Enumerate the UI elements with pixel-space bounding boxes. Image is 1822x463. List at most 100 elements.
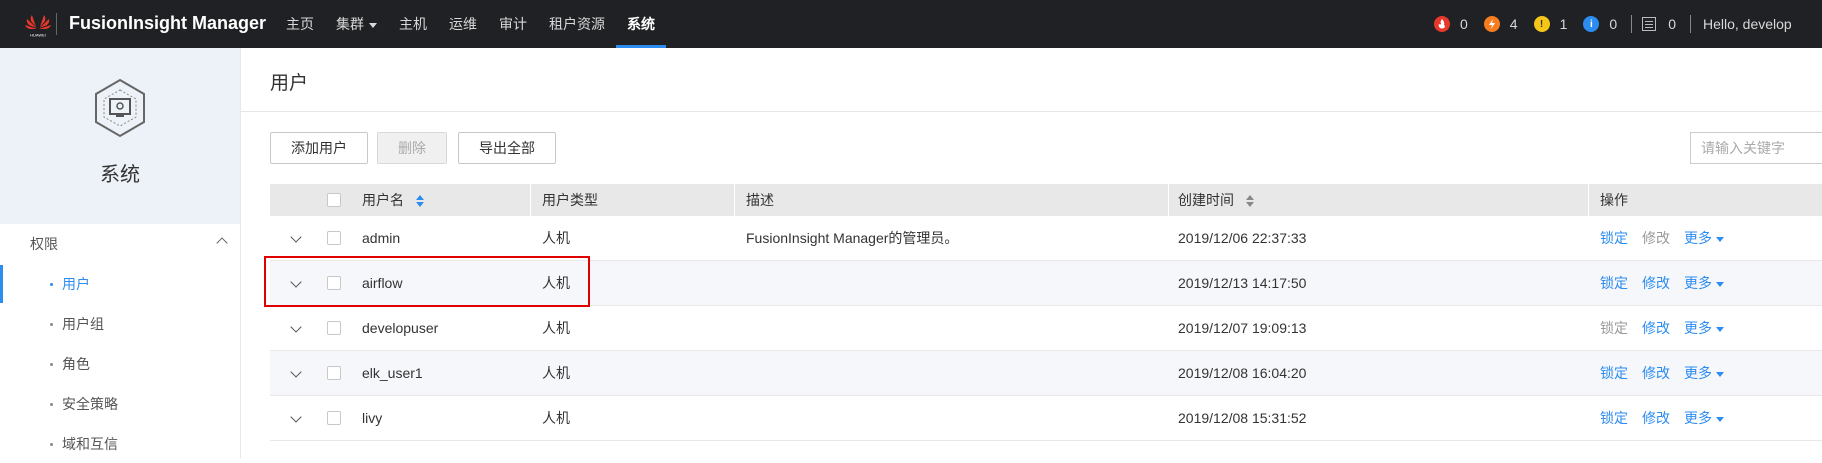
alarm-summary: 0 4 ! 1 i 0 0 Hello, develop [1434, 0, 1792, 48]
column-divider [1588, 184, 1589, 216]
lock-link[interactable]: 锁定 [1600, 365, 1628, 381]
alarm-minor[interactable]: ! 1 [1533, 16, 1567, 32]
alarm-count: 4 [1509, 16, 1518, 32]
lock-link[interactable]: 锁定 [1600, 410, 1628, 426]
username-cell: elk_user1 [362, 365, 423, 381]
chevron-down-icon[interactable] [290, 321, 302, 333]
row-checkbox[interactable] [327, 321, 341, 335]
column-header-created[interactable]: 创建时间 [1178, 184, 1254, 216]
nav-label: 主页 [286, 16, 314, 32]
alarm-major[interactable]: 4 [1483, 16, 1518, 32]
column-label: 创建时间 [1178, 192, 1234, 208]
chevron-up-icon [216, 237, 228, 249]
chevron-down-icon[interactable] [290, 276, 302, 288]
row-actions: 锁定 修改 更多 [1600, 261, 1738, 305]
table-row[interactable]: elk_user1 人机 2019/12/08 16:04:20 锁定 修改 更多 [270, 351, 1822, 396]
created-time-cell: 2019/12/07 19:09:13 [1178, 320, 1307, 336]
created-time-cell: 2019/12/08 16:04:20 [1178, 365, 1307, 381]
user-type-cell: 人机 [542, 275, 570, 291]
user-type-cell: 人机 [542, 320, 570, 336]
nav-label: 主机 [399, 16, 427, 32]
column-header-username[interactable]: 用户名 [362, 184, 424, 216]
row-actions: 锁定 修改 更多 [1600, 396, 1738, 440]
nav-item-ops[interactable]: 运维 [438, 0, 488, 48]
task-summary[interactable]: 0 [1642, 16, 1676, 32]
modify-link[interactable]: 修改 [1642, 410, 1670, 426]
search-input[interactable] [1690, 132, 1822, 164]
table-row[interactable]: admin 人机 FusionInsight Manager的管理员。 2019… [270, 216, 1822, 261]
table-row[interactable]: airflow 人机 2019/12/13 14:17:50 锁定 修改 更多 [270, 261, 1822, 306]
nav-item-audit[interactable]: 审计 [488, 0, 538, 48]
sidebar-header: 系统 [0, 48, 240, 224]
user-type-cell: 人机 [542, 410, 570, 426]
column-header-description: 描述 [746, 192, 774, 208]
modify-link[interactable]: 修改 [1642, 365, 1670, 381]
alarm-critical[interactable]: 0 [1434, 16, 1468, 32]
lock-link[interactable]: 锁定 [1600, 230, 1628, 246]
main-nav: 主页 集群 主机 运维 审计 租户资源 系统 [275, 0, 666, 48]
more-menu[interactable]: 更多 [1684, 410, 1724, 426]
chevron-down-icon[interactable] [290, 411, 302, 423]
info-icon: i [1583, 16, 1600, 32]
nav-item-tenant[interactable]: 租户资源 [538, 0, 616, 48]
huawei-logo-icon[interactable]: HUAWEI [22, 10, 54, 38]
row-checkbox[interactable] [327, 231, 341, 245]
nav-item-cluster[interactable]: 集群 [325, 0, 388, 48]
alarm-info[interactable]: i 0 [1583, 16, 1617, 32]
chevron-down-icon [1716, 236, 1724, 242]
lock-link[interactable]: 锁定 [1600, 275, 1628, 291]
svg-text:HUAWEI: HUAWEI [30, 33, 46, 38]
user-greeting[interactable]: Hello, develop [1703, 16, 1792, 32]
exclamation-icon: ! [1533, 16, 1550, 32]
chevron-down-icon[interactable] [290, 366, 302, 378]
row-actions: 锁定 修改 更多 [1600, 216, 1738, 260]
table-row[interactable]: developuser 人机 2019/12/07 19:09:13 锁定 修改更… [270, 306, 1822, 351]
nav-item-hosts[interactable]: 主机 [388, 0, 438, 48]
row-checkbox[interactable] [327, 411, 341, 425]
sidebar-item-users[interactable]: 用户 [0, 265, 240, 303]
nav-label: 租户资源 [549, 16, 605, 32]
row-checkbox[interactable] [327, 366, 341, 380]
chevron-down-icon[interactable] [290, 231, 302, 243]
lock-link: 锁定 [1600, 320, 1628, 336]
more-menu[interactable]: 更多 [1684, 275, 1724, 291]
row-actions: 锁定 修改 更多 [1600, 351, 1738, 395]
more-menu[interactable]: 更多 [1684, 320, 1724, 336]
description-cell: FusionInsight Manager的管理员。 [746, 230, 959, 246]
bolt-icon [1483, 16, 1500, 32]
add-user-button[interactable]: 添加用户 [270, 132, 368, 164]
more-menu[interactable]: 更多 [1684, 230, 1724, 246]
row-checkbox[interactable] [327, 276, 341, 290]
sidebar-item-roles[interactable]: 角色 [0, 345, 240, 383]
nav-label: 运维 [449, 16, 477, 32]
chevron-down-icon [1716, 281, 1724, 287]
user-type-cell: 人机 [542, 365, 570, 381]
more-label: 更多 [1684, 320, 1712, 336]
nav-item-home[interactable]: 主页 [275, 0, 325, 48]
nav-label: 审计 [499, 16, 527, 32]
sort-icon [1246, 195, 1254, 208]
table-row[interactable]: livy 人机 2019/12/08 15:31:52 锁定 修改 更多 [270, 396, 1822, 441]
sidebar-item-user-groups[interactable]: 用户组 [0, 305, 240, 343]
modify-link[interactable]: 修改 [1642, 320, 1670, 336]
chevron-down-icon [1716, 371, 1724, 377]
column-divider [734, 184, 735, 216]
modify-link[interactable]: 修改 [1642, 275, 1670, 291]
export-all-button[interactable]: 导出全部 [458, 132, 556, 164]
modify-link: 修改 [1642, 230, 1670, 246]
delete-button[interactable]: 删除 [377, 132, 447, 164]
logo-divider [56, 13, 57, 35]
more-menu[interactable]: 更多 [1684, 365, 1724, 381]
nav-label: 系统 [627, 16, 655, 32]
brand-title[interactable]: FusionInsight Manager [69, 13, 266, 34]
page-title: 用户 [270, 73, 309, 94]
sidebar-item-security-policy[interactable]: 安全策略 [0, 385, 240, 423]
more-label: 更多 [1684, 410, 1712, 426]
select-all-checkbox[interactable] [327, 193, 341, 207]
alarm-count: 0 [1609, 16, 1618, 32]
sidebar-item-domain-trust[interactable]: 域和互信 [0, 425, 240, 463]
chevron-down-icon [1716, 416, 1724, 422]
sidebar-group-permissions[interactable]: 权限 [30, 234, 230, 254]
user-type-cell: 人机 [542, 230, 570, 246]
nav-item-system[interactable]: 系统 [616, 0, 666, 48]
